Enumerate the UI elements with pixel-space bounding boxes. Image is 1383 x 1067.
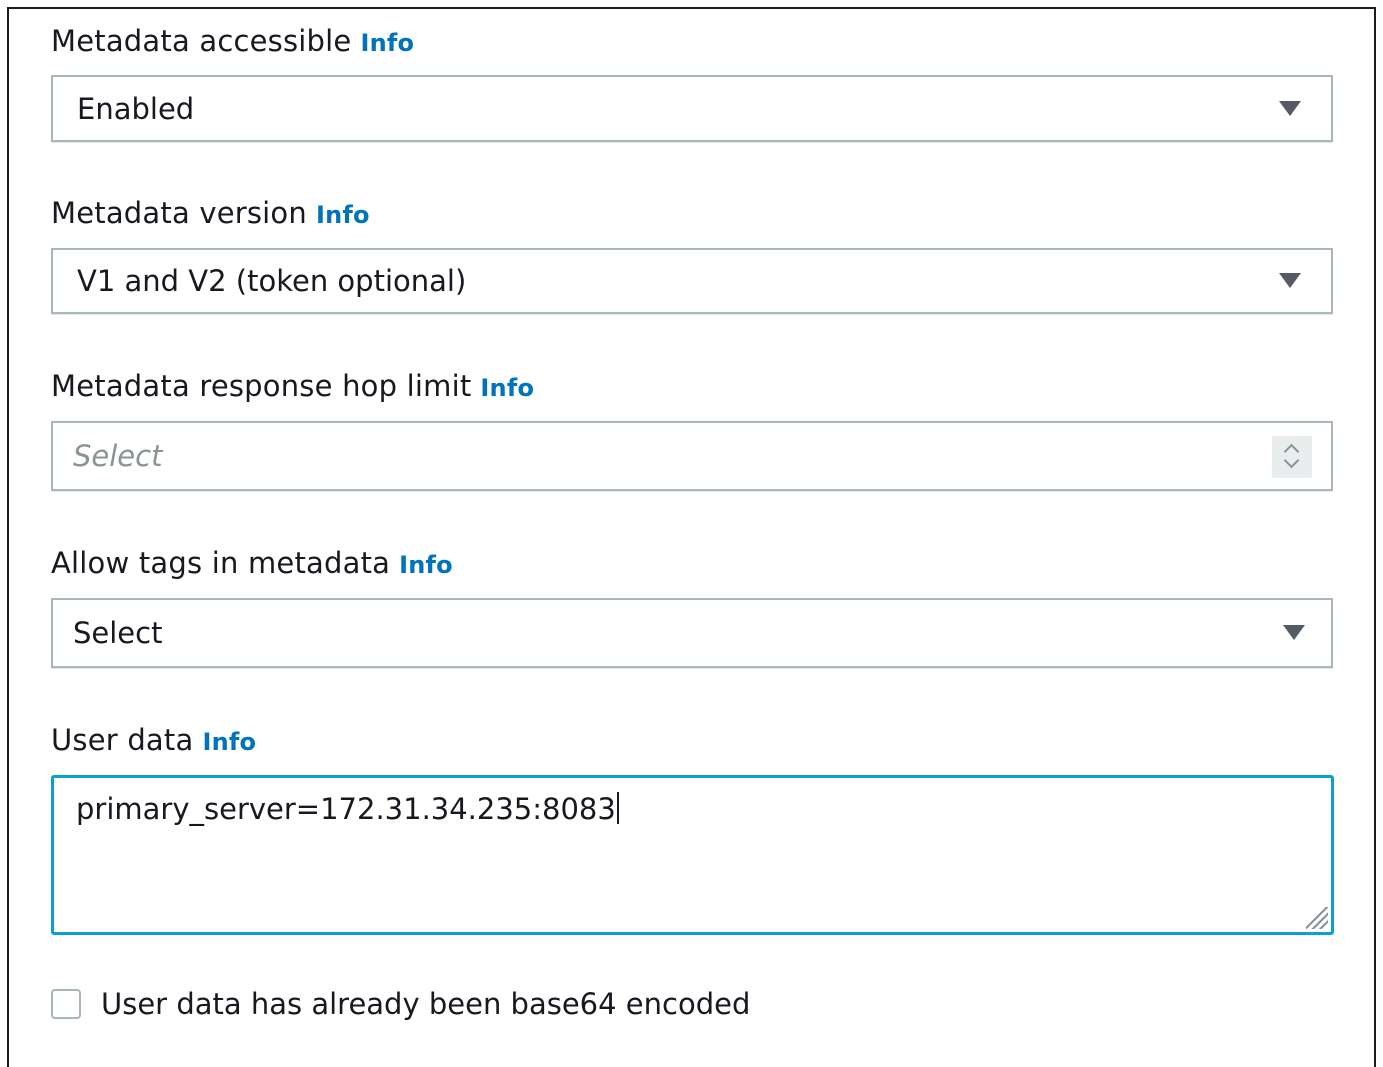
- user-data-textarea[interactable]: primary_server=172.31.34.235:8083: [51, 775, 1334, 935]
- metadata-accessible-label-row: Metadata accessible Info: [51, 24, 414, 58]
- base64-checkbox[interactable]: [51, 989, 81, 1019]
- metadata-version-value: V1 and V2 (token optional): [77, 264, 467, 298]
- user-data-value-line: primary_server=172.31.34.235:8083: [76, 792, 619, 826]
- text-cursor: [616, 792, 619, 824]
- metadata-version-info-link[interactable]: Info: [316, 201, 370, 229]
- allow-tags-select[interactable]: Select: [51, 598, 1333, 668]
- stepper-icon[interactable]: [1272, 436, 1312, 478]
- metadata-version-label: Metadata version: [51, 196, 307, 230]
- allow-tags-label-row: Allow tags in metadata Info: [51, 546, 453, 580]
- user-data-info-link[interactable]: Info: [202, 728, 256, 756]
- allow-tags-info-link[interactable]: Info: [399, 551, 453, 579]
- caret-down-icon: [1283, 625, 1305, 640]
- user-data-value: primary_server=172.31.34.235:8083: [76, 792, 616, 826]
- metadata-version-select[interactable]: V1 and V2 (token optional): [51, 248, 1333, 314]
- allow-tags-value: Select: [73, 616, 163, 650]
- metadata-accessible-info-link[interactable]: Info: [360, 29, 414, 57]
- user-data-label: User data: [51, 723, 194, 757]
- base64-checkbox-label[interactable]: User data has already been base64 encode…: [101, 987, 750, 1021]
- caret-down-icon: [1279, 273, 1301, 288]
- hop-limit-label: Metadata response hop limit: [51, 369, 472, 403]
- hop-limit-placeholder: Select: [73, 439, 163, 473]
- metadata-accessible-value: Enabled: [77, 91, 195, 126]
- chevron-down-icon: [1283, 452, 1300, 469]
- hop-limit-info-link[interactable]: Info: [480, 374, 534, 402]
- user-data-label-row: User data Info: [51, 723, 256, 757]
- metadata-version-label-row: Metadata version Info: [51, 196, 370, 230]
- caret-down-icon: [1279, 100, 1301, 116]
- metadata-accessible-select[interactable]: Enabled: [51, 75, 1333, 142]
- allow-tags-label: Allow tags in metadata: [51, 546, 391, 580]
- resize-grip-icon[interactable]: [1306, 907, 1328, 929]
- hop-limit-label-row: Metadata response hop limit Info: [51, 369, 534, 403]
- metadata-accessible-label: Metadata accessible: [51, 24, 352, 58]
- hop-limit-input[interactable]: Select: [51, 421, 1333, 491]
